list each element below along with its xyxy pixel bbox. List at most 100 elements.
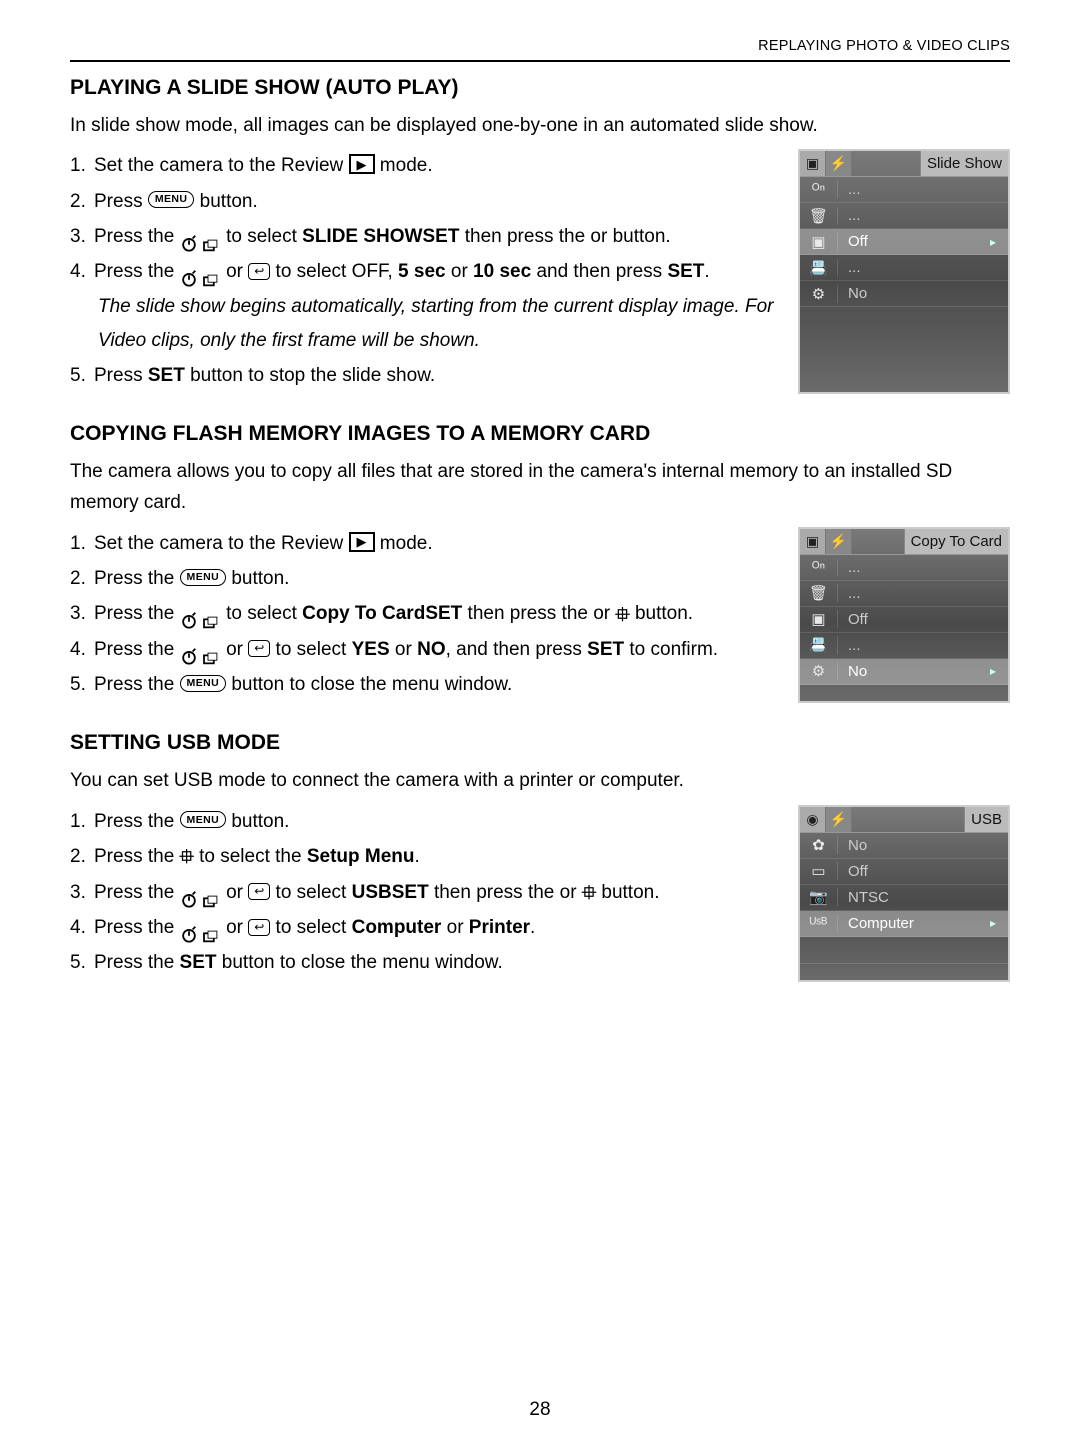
page-header: REPLAYING PHOTO & VIDEO CLIPS — [70, 38, 1010, 54]
menu-button-icon: MENU — [180, 569, 227, 586]
lcd-row: ᴼⁿ... — [800, 177, 1008, 203]
step: 1.Set the camera to the Review ▶ mode. — [70, 527, 780, 560]
step: 5.Press the SET button to close the menu… — [70, 946, 780, 979]
menu-button-icon: MENU — [180, 675, 227, 692]
lcd-row-icon: 🗑 — [800, 207, 838, 225]
burst-icon — [203, 231, 221, 247]
lcd-row-value: No — [838, 837, 1008, 854]
step: 4.Press the or ↩ to select YES or NO, an… — [70, 633, 780, 666]
lcd-tabs: ▣⚡Slide Show — [800, 151, 1008, 177]
lcd-row-value: ... — [838, 585, 1008, 602]
step-note: The slide show begins automatically, sta… — [70, 290, 780, 357]
lcd-tab: ◉ — [800, 807, 826, 832]
lcd-row — [800, 937, 1008, 964]
page-number: 28 — [0, 1399, 1080, 1421]
step: 2.Press MENU button. — [70, 185, 780, 218]
lcd-mockup: ▣⚡Slide Showᴼⁿ...🗑...▣Off▸📇...⚙No — [798, 149, 1010, 394]
lcd-tabs: ◉⚡ USB — [800, 807, 1008, 833]
lcd-mockup: ▣⚡Copy To Cardᴼⁿ...🗑...▣Off📇...⚙No▸ — [798, 527, 1010, 704]
lcd-row: 🗑... — [800, 581, 1008, 607]
lcd-row-value: ... — [838, 559, 1008, 576]
burst-icon — [203, 608, 221, 624]
section-intro: You can set USB mode to connect the came… — [70, 765, 1010, 796]
flash-icon: ⯐ — [615, 599, 629, 632]
step: 3.Press the to select SLIDE SHOWSET then… — [70, 220, 780, 253]
step: 2.Press the ⯐ to select the Setup Menu. — [70, 840, 780, 874]
lcd-row-icon: ▭ — [800, 862, 838, 880]
burst-icon — [203, 644, 221, 660]
lcd-row-value: Off — [838, 611, 1008, 628]
lcd-row-value: Off — [838, 233, 990, 250]
lcd-row-value: ... — [838, 207, 1008, 224]
review-icon: ▶ — [349, 532, 375, 552]
lcd-row: ᵁˢᴮComputer▸ — [800, 911, 1008, 937]
lcd-row-value: ... — [838, 181, 1008, 198]
step-list: 1.Set the camera to the Review ▶ mode.2.… — [70, 149, 780, 392]
burst-icon — [203, 922, 221, 938]
lcd-row-value: Off — [838, 863, 1008, 880]
header-rule — [70, 60, 1010, 62]
section-intro: The camera allows you to copy all files … — [70, 456, 1010, 519]
step: 3.Press the to select Copy To CardSET th… — [70, 597, 780, 631]
lcd-row: 📷NTSC — [800, 885, 1008, 911]
lcd-row-icon: ⚙ — [800, 285, 838, 303]
lcd-row-icon: ᴼⁿ — [800, 181, 838, 198]
lcd-row-value: ... — [838, 637, 1008, 654]
lcd-tabs: ▣⚡ Copy To Card — [800, 529, 1008, 555]
lcd-menu-title: Slide Show — [920, 151, 1008, 176]
lcd-row-value: NTSC — [838, 889, 1008, 906]
lcd-row-value: ... — [838, 259, 1008, 276]
lcd-row-icon: 📇 — [800, 259, 838, 277]
timer-icon — [180, 643, 198, 661]
lcd-row-value: No — [838, 285, 1008, 302]
lcd-row-icon: 📇 — [800, 636, 838, 654]
lcd-tab: ▣ — [800, 151, 826, 176]
timer-icon — [180, 265, 198, 283]
menu-button-icon: MENU — [180, 811, 227, 828]
return-icon: ↩ — [248, 263, 270, 280]
lcd-row: ⚙No▸ — [800, 659, 1008, 685]
lcd-row: ▣Off — [800, 607, 1008, 633]
lcd-row-value: Computer — [838, 915, 990, 932]
timer-icon — [180, 921, 198, 939]
section-title: PLAYING A SLIDE SHOW (AUTO PLAY) — [70, 76, 1010, 100]
return-icon: ↩ — [248, 883, 270, 900]
step: 2.Press the MENU button. — [70, 562, 780, 595]
step: 5.Press SET button to stop the slide sho… — [70, 359, 780, 392]
lcd-row: 📇... — [800, 255, 1008, 281]
lcd-tab: ⚡ — [826, 807, 852, 832]
lcd-row-value: No — [838, 663, 990, 680]
return-icon: ↩ — [248, 640, 270, 657]
timer-icon — [180, 886, 198, 904]
section-title: SETTING USB MODE — [70, 731, 1010, 755]
lcd-row-icon: ▣ — [800, 610, 838, 628]
flash-icon: ⯐ — [582, 877, 596, 910]
step-list: 1.Set the camera to the Review ▶ mode.2.… — [70, 527, 780, 702]
flash-icon: ⯐ — [180, 841, 194, 874]
step: 1.Press the MENU button. — [70, 805, 780, 838]
lcd-arrow-icon: ▸ — [990, 235, 1008, 249]
lcd-row: ▣Off▸ — [800, 229, 1008, 255]
burst-icon — [203, 887, 221, 903]
lcd-row: 🗑... — [800, 203, 1008, 229]
menu-button-icon: MENU — [148, 191, 195, 208]
lcd-row-icon: ⚙ — [800, 662, 838, 680]
step: 3.Press the or ↩ to select USBSET then p… — [70, 876, 780, 910]
lcd-row: ⚙No — [800, 281, 1008, 307]
lcd-row-icon: ✿ — [800, 836, 838, 854]
step: 4.Press the or ↩ to select OFF, 5 sec or… — [70, 255, 780, 288]
step: 4.Press the or ↩ to select Computer or P… — [70, 911, 780, 944]
step: 1.Set the camera to the Review ▶ mode. — [70, 149, 780, 182]
lcd-arrow-icon: ▸ — [990, 664, 1008, 678]
lcd-row-icon: 🗑 — [800, 584, 838, 602]
lcd-row-icon: ▣ — [800, 233, 838, 251]
burst-icon — [203, 266, 221, 282]
lcd-arrow-icon: ▸ — [990, 916, 1008, 930]
lcd-row: ▭Off — [800, 859, 1008, 885]
lcd-tab: ▣ — [800, 529, 826, 554]
section-intro: In slide show mode, all images can be di… — [70, 110, 1010, 141]
lcd-menu-title: Copy To Card — [904, 529, 1008, 554]
lcd-tab: ⚡ — [826, 529, 852, 554]
lcd-row-icon: 📷 — [800, 888, 838, 906]
lcd-menu-title: USB — [964, 807, 1008, 832]
